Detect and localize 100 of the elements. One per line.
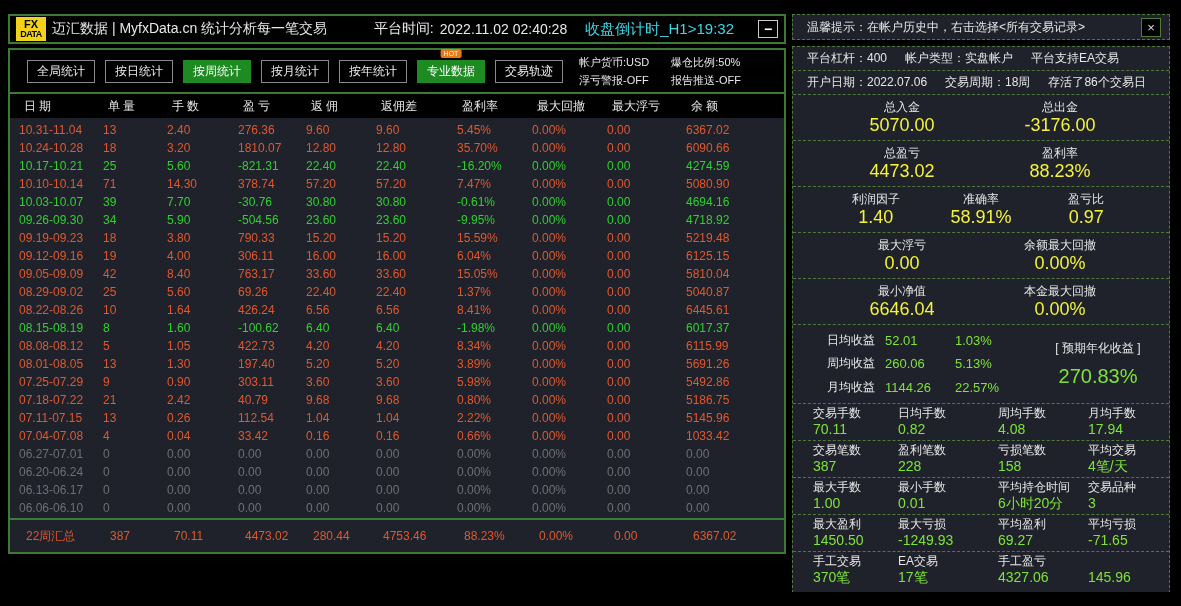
tab-button[interactable]: 按月统计: [261, 59, 329, 83]
table-cell-text: 4694.16: [686, 195, 731, 209]
table-cell-text: 06.06-06.10: [19, 501, 85, 515]
tab-button[interactable]: 按日统计: [105, 59, 173, 83]
column-header: 返佣差: [381, 97, 418, 115]
platform-time: 2022.11.02 02:40:28: [439, 21, 568, 37]
table-cell-text: 0.00: [607, 177, 632, 191]
minimize-button[interactable]: −: [758, 20, 778, 38]
tab-button[interactable]: 交易轨迹: [495, 59, 563, 83]
tab-button[interactable]: 按周统计: [183, 59, 251, 83]
table-cell-text: 0.00%: [532, 357, 568, 371]
table-cell-text: 0.00: [607, 429, 632, 443]
stat-label: 平均持仓时间: [998, 481, 1071, 495]
stat-label: 手工交易: [813, 555, 862, 569]
table-cell-text: 0: [103, 465, 111, 479]
table-cell-text: 30.80: [306, 195, 338, 209]
table-cell-text: 07.25-07.29: [19, 375, 85, 389]
stat-label: 总出金: [1042, 99, 1078, 117]
account-info: 存活了86个交易日: [1048, 74, 1146, 91]
table-cell-text: 0.00: [376, 501, 401, 515]
summary-cell-text: 6367.02: [693, 529, 738, 543]
table-cell-text: 40.79: [238, 393, 270, 407]
table-cell-text: 0.00: [376, 483, 401, 497]
stat-label: 交易手数: [813, 407, 862, 421]
table-cell-text: 0.00: [167, 483, 192, 497]
table-cell-text: 10.10-10.14: [19, 177, 85, 191]
table-cell-text: 790.33: [238, 231, 276, 245]
stat-label: 总盈亏: [884, 145, 920, 163]
stat-label: 手工盈亏: [998, 555, 1047, 569]
table-cell-text: 0.00%: [532, 339, 568, 353]
stat-label: 周均手数: [998, 407, 1047, 421]
tab-button[interactable]: 全局统计: [27, 59, 95, 83]
table-cell-text: 1.60: [167, 321, 192, 335]
table-cell-text: 9.68: [306, 393, 331, 407]
table-cell-text: 07.18-07.22: [19, 393, 85, 407]
table-cell-text: 0: [103, 447, 111, 461]
stat-value: 3: [1088, 494, 1097, 511]
stat-value: 88.23%: [1029, 162, 1091, 182]
table-cell-text: 06.13-06.17: [19, 483, 85, 497]
stat-value: -1249.93: [898, 531, 955, 548]
stat-value: 0.01: [898, 494, 927, 511]
stat-value: 58.91%: [950, 208, 1012, 228]
column-header: 返 佣: [311, 97, 340, 115]
table-cell-text: 0.00: [607, 267, 632, 281]
summary-cell-text: 4473.02: [245, 529, 290, 543]
table-cell-text: 276.36: [238, 123, 276, 137]
table-cell-text: -9.95%: [457, 213, 497, 227]
stat-label: 总入金: [884, 99, 920, 117]
table-cell-text: 0.00%: [457, 447, 493, 461]
account-info: 平台支持EA交易: [1031, 50, 1120, 67]
summary-cell-text: 387: [110, 529, 132, 543]
return-label: 月均收益: [826, 379, 876, 397]
close-button[interactable]: ×: [1141, 17, 1161, 37]
table-cell-text: 08.22-08.26: [19, 303, 85, 317]
tab-button[interactable]: 按年统计: [339, 59, 407, 83]
table-cell-text: 0.00%: [532, 267, 568, 281]
table-cell-text: 06.27-07.01: [19, 447, 85, 461]
table-cell-text: 0.00: [607, 285, 632, 299]
return-label: 日均收益: [826, 331, 876, 349]
table-cell-text: 0.66%: [457, 429, 493, 443]
table-cell-text: 09.19-09.23: [19, 231, 85, 245]
table-cell-text: 23.60: [306, 213, 338, 227]
stat-value: 370笔: [813, 568, 852, 585]
table-cell-text: 1.05: [167, 339, 192, 353]
table-cell-text: 426.24: [238, 303, 276, 317]
table-cell-text: 3.20: [167, 141, 192, 155]
table-cell-text: 4274.59: [686, 159, 731, 173]
table-cell-text: 0.00: [306, 501, 331, 515]
table-cell-text: 8.40: [167, 267, 192, 281]
table-cell-text: 0.00%: [532, 447, 568, 461]
stat-value: -71.65: [1088, 531, 1129, 548]
stat-label: 最小手数: [898, 481, 947, 495]
stat-value: 70.11: [813, 420, 848, 437]
table-cell-text: 25: [103, 285, 118, 299]
table-cell-text: 0.00: [686, 447, 711, 461]
table-cell-text: 0.00%: [532, 213, 568, 227]
table-cell-text: 0.00%: [532, 501, 568, 515]
table-cell-text: 5.60: [167, 285, 192, 299]
table-cell-text: 0.00: [167, 501, 192, 515]
tab-button[interactable]: 专业数据: [417, 59, 485, 83]
table-cell-text: 0.00: [238, 483, 263, 497]
table-cell-text: 07.04-07.08: [19, 429, 85, 443]
table-cell-text: 18: [103, 141, 118, 155]
table-cell-text: 0.00%: [532, 483, 568, 497]
table-cell-text: 0.00: [238, 465, 263, 479]
table-cell-text: 8.34%: [457, 339, 493, 353]
table-cell-text: 5.20: [306, 357, 331, 371]
table-cell-text: 3.60: [306, 375, 331, 389]
table-cell-text: 22.40: [306, 285, 338, 299]
table-cell-text: 0.00: [306, 483, 331, 497]
table-cell-text: 08.15-08.19: [19, 321, 85, 335]
table-cell-text: 10.03-10.07: [19, 195, 85, 209]
stat-value: 5070.00: [869, 116, 935, 136]
table-cell-text: 71: [103, 177, 118, 191]
table-cell-text: 0.00%: [532, 321, 568, 335]
table-cell-text: 6.56: [306, 303, 331, 317]
stat-value: 1450.50: [813, 531, 865, 548]
table-cell-text: 0.00%: [532, 231, 568, 245]
table-cell-text: 33.60: [306, 267, 338, 281]
account-info: 帐户类型：实盘帐户: [905, 50, 1014, 67]
